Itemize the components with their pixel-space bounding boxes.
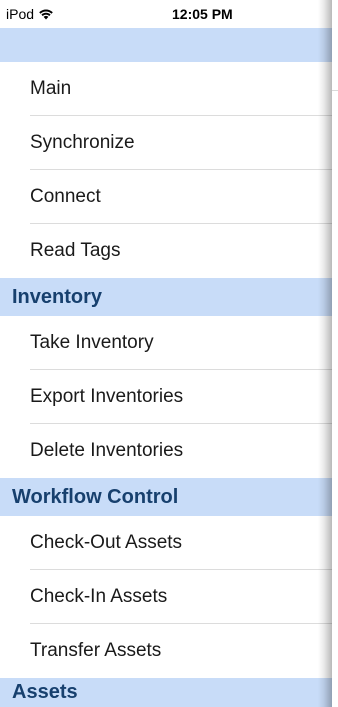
device-name: iPod (6, 6, 35, 22)
menu-item-check-out-assets[interactable]: Check-Out Assets (0, 516, 332, 570)
menu-item-label: Connect (30, 186, 101, 207)
menu-item-label: Synchronize (30, 132, 135, 153)
menu-item-label: Export Inventories (30, 386, 184, 407)
menu-item-delete-inventories[interactable]: Delete Inventories (0, 424, 332, 478)
menu-item-export-inventories[interactable]: Export Inventories (0, 370, 332, 424)
menu-item-label: Delete Inventories (30, 440, 184, 461)
menu-item-synchronize[interactable]: Synchronize (0, 116, 332, 170)
menu-item-main[interactable]: Main (0, 62, 332, 116)
section-title: Workflow Control (12, 485, 179, 508)
section-title: Inventory (12, 285, 103, 308)
status-bar: iPod 12:05 PM (0, 0, 332, 28)
menu-item-read-tags[interactable]: Read Tags (0, 224, 332, 278)
menu-item-check-in-assets[interactable]: Check-In Assets (0, 570, 332, 624)
menu-item-label: Check-Out Assets (30, 532, 183, 553)
menu-item-label: Transfer Assets (30, 640, 162, 661)
status-time: 12:05 PM (172, 6, 233, 22)
menu-item-take-inventory[interactable]: Take Inventory (0, 316, 332, 370)
section-header-assets: Assets (0, 678, 332, 707)
menu-item-connect[interactable]: Connect (0, 170, 332, 224)
menu-item-label: Take Inventory (30, 332, 154, 353)
menu-header-band (0, 28, 332, 62)
main-view-edge[interactable] (332, 0, 338, 707)
menu-item-label: Main (30, 78, 72, 99)
wifi-icon (39, 9, 53, 20)
menu-item-transfer-assets[interactable]: Transfer Assets (0, 624, 332, 678)
side-menu-drawer: iPod 12:05 PM Main Synchronize Connect R… (0, 0, 332, 707)
screen: iPod 12:05 PM Main Synchronize Connect R… (0, 0, 338, 707)
main-view-divider (332, 90, 338, 91)
menu-item-label: Read Tags (30, 240, 121, 261)
section-header-workflow-control: Workflow Control (0, 478, 332, 516)
menu-item-label: Check-In Assets (30, 586, 168, 607)
status-left: iPod (6, 6, 54, 22)
section-header-inventory: Inventory (0, 278, 332, 316)
section-title: Assets (12, 681, 78, 703)
